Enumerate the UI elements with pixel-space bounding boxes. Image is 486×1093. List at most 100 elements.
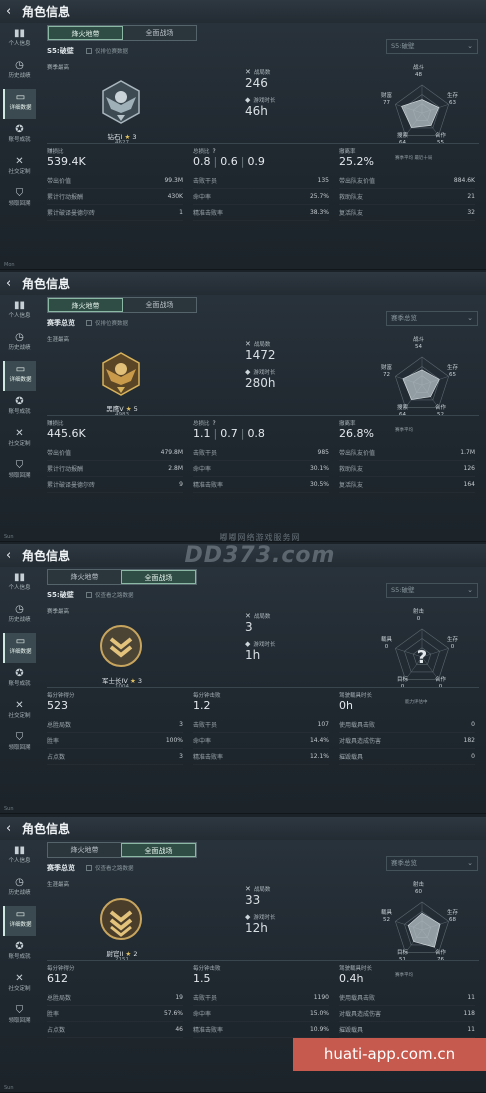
- help-icon[interactable]: ?: [213, 148, 216, 155]
- stat-column: 总损比? 1.1 | 0.7 | 0.8 击败干员 985 命中率 30.1% 精准击败率 30.5%: [193, 419, 329, 493]
- stat-label: ✕ 战局数: [245, 340, 365, 348]
- stat-value: 246: [245, 76, 268, 90]
- sidebar-item-tools[interactable]: ✕ 社交定制: [3, 153, 36, 183]
- season-dropdown[interactable]: 赛季总览 ⌄: [386, 856, 478, 871]
- sidebar-item-folder[interactable]: ▭ 详细数据: [3, 906, 36, 936]
- bar-chart-icon: ▮▮: [13, 300, 25, 311]
- back-icon[interactable]: ‹: [6, 5, 20, 18]
- filter-checkbox[interactable]: 仅查看之路数据: [86, 864, 134, 872]
- sidebar-item-bar-chart[interactable]: ▮▮ 个人信息: [3, 842, 36, 872]
- stat-row: 占点数 3: [47, 749, 183, 765]
- back-icon[interactable]: ‹: [6, 822, 20, 835]
- divider: [47, 143, 479, 144]
- radar-label-top: 射击 60: [413, 882, 424, 896]
- radar-label-top: 战斗 48: [413, 65, 424, 79]
- column-head-label: 驾驶载具时长: [339, 964, 475, 972]
- back-icon[interactable]: ‹: [6, 549, 20, 562]
- stat-row-label: 累计行动报酬: [47, 466, 84, 473]
- radar-label-lower-right: 合作55: [435, 133, 446, 147]
- season-dropdown[interactable]: 赛季总览 ⌄: [386, 311, 478, 326]
- chevron-down-icon: ⌄: [467, 586, 473, 594]
- tab-mode[interactable]: 烽火地带: [48, 570, 121, 584]
- radar-axis-name: 生存: [447, 93, 459, 99]
- sidebar-item-tools[interactable]: ✕ 社交定制: [3, 697, 36, 727]
- checkbox-box[interactable]: [86, 48, 92, 54]
- radar-label-upper-left: 财富 77: [381, 93, 392, 107]
- sidebar-item-history[interactable]: ◷ 历史战绩: [3, 874, 36, 904]
- season-title: S5:破壁: [47, 591, 74, 599]
- column-head-label: 赚损比: [47, 147, 183, 155]
- filter-checkbox[interactable]: 仅查看之路数据: [86, 591, 134, 599]
- checkbox-box[interactable]: [86, 865, 92, 871]
- stat-row-label: 摧毁载具: [339, 1027, 364, 1034]
- sidebar-item-medal[interactable]: ✪ 账号成就: [3, 393, 36, 423]
- stat-row-value: 3: [179, 753, 183, 760]
- sidebar-item-bar-chart[interactable]: ▮▮ 个人信息: [3, 297, 36, 327]
- footer-note: Mon: [4, 262, 15, 268]
- stat-row: 总胜局数 19: [47, 990, 183, 1006]
- radar-label-upper-left: 载具 0: [381, 637, 392, 651]
- sidebar-item-shield[interactable]: ⛉ 领取回溯: [3, 457, 36, 487]
- stat-value: 33: [245, 893, 261, 907]
- checkbox-box[interactable]: [86, 320, 92, 326]
- sidebar-item-medal[interactable]: ✪ 账号成就: [3, 665, 36, 695]
- stat-row-value: 1.7M: [460, 449, 475, 456]
- tab-mode[interactable]: 烽火地带: [48, 26, 123, 40]
- sidebar-item-history[interactable]: ◷ 历史战绩: [3, 329, 36, 359]
- radar-axis-name: 合作: [435, 133, 447, 139]
- rank-badge-icon: [100, 625, 142, 667]
- shield-icon: ⛉: [15, 1005, 24, 1016]
- sidebar-item-tools[interactable]: ✕ 社交定制: [3, 970, 36, 1000]
- stat-row-value: 99.3M: [164, 177, 183, 184]
- tab-mode[interactable]: 全面战场: [123, 26, 196, 40]
- tab-mode[interactable]: 烽火地带: [48, 298, 123, 312]
- mode-tabs: 烽火地带 全面战场: [47, 569, 197, 585]
- sidebar-item-bar-chart[interactable]: ▮▮ 个人信息: [3, 569, 36, 599]
- sidebar-item-label: 详细数据: [9, 922, 32, 928]
- radar-axis-name: 合作: [435, 405, 447, 411]
- sidebar-item-shield[interactable]: ⛉ 领取回溯: [3, 729, 36, 759]
- tab-mode[interactable]: 全面战场: [121, 843, 196, 857]
- head-value-part: 0.6: [220, 155, 238, 168]
- help-icon[interactable]: ?: [213, 420, 216, 427]
- sidebar-item-bar-chart[interactable]: ▮▮ 个人信息: [3, 25, 36, 55]
- tab-mode[interactable]: 烽火地带: [48, 843, 121, 857]
- sidebar-item-tools[interactable]: ✕ 社交定制: [3, 425, 36, 455]
- tab-mode[interactable]: 全面战场: [123, 298, 196, 312]
- stat-row-value: 57.6%: [163, 1010, 183, 1017]
- sidebar-item-folder[interactable]: ▭ 详细数据: [3, 633, 36, 663]
- sidebar-item-history[interactable]: ◷ 历史战绩: [3, 601, 36, 631]
- stat-row-value: 3: [179, 721, 183, 728]
- stat-row-value: 0: [471, 721, 475, 728]
- sidebar-item-history[interactable]: ◷ 历史战绩: [3, 57, 36, 87]
- radar-axis-value: 65: [449, 372, 456, 378]
- stat-row-value: 164: [463, 481, 475, 488]
- sidebar-item-label: 领取回溯: [8, 201, 31, 207]
- tab-mode[interactable]: 全面战场: [121, 570, 196, 584]
- sidebar-item-folder[interactable]: ▭ 详细数据: [3, 361, 36, 391]
- column-head-value: 612: [47, 972, 183, 985]
- sidebar-item-medal[interactable]: ✪ 账号成就: [3, 121, 36, 151]
- back-icon[interactable]: ‹: [6, 277, 20, 290]
- dropdown-value: 赛季总览: [391, 314, 417, 322]
- stat-value: 280h: [245, 376, 276, 390]
- sidebar-item-shield[interactable]: ⛉ 领取回溯: [3, 1002, 36, 1032]
- stat-row: 精准击败率 12.1%: [193, 749, 329, 765]
- checkbox-box[interactable]: [86, 592, 92, 598]
- page-title: 角色信息: [22, 822, 71, 836]
- radar-axis-value: 77: [383, 100, 390, 106]
- sidebar-item-label: 详细数据: [9, 649, 32, 655]
- sidebar-item-label: 个人信息: [8, 858, 31, 864]
- season-dropdown[interactable]: S5:破壁 ⌄: [386, 583, 478, 598]
- filter-checkbox[interactable]: 仅排位赛数据: [86, 319, 128, 327]
- stat-label: ◆ 游戏时长: [245, 96, 365, 104]
- column-head-value: 26.8%: [339, 427, 475, 440]
- value-separator: |: [240, 155, 245, 168]
- sidebar-item-folder[interactable]: ▭ 详细数据: [3, 89, 36, 119]
- sidebar-item-shield[interactable]: ⛉ 领取回溯: [3, 185, 36, 215]
- season-dropdown[interactable]: S5:破壁 ⌄: [386, 39, 478, 54]
- filter-checkbox[interactable]: 仅排位赛数据: [86, 47, 128, 55]
- sidebar-item-medal[interactable]: ✪ 账号成就: [3, 938, 36, 968]
- radar-axis-name: 目标: [397, 677, 409, 683]
- match-stats: ✕ 战局数 246 ◆ 游戏时长 46h: [245, 68, 365, 124]
